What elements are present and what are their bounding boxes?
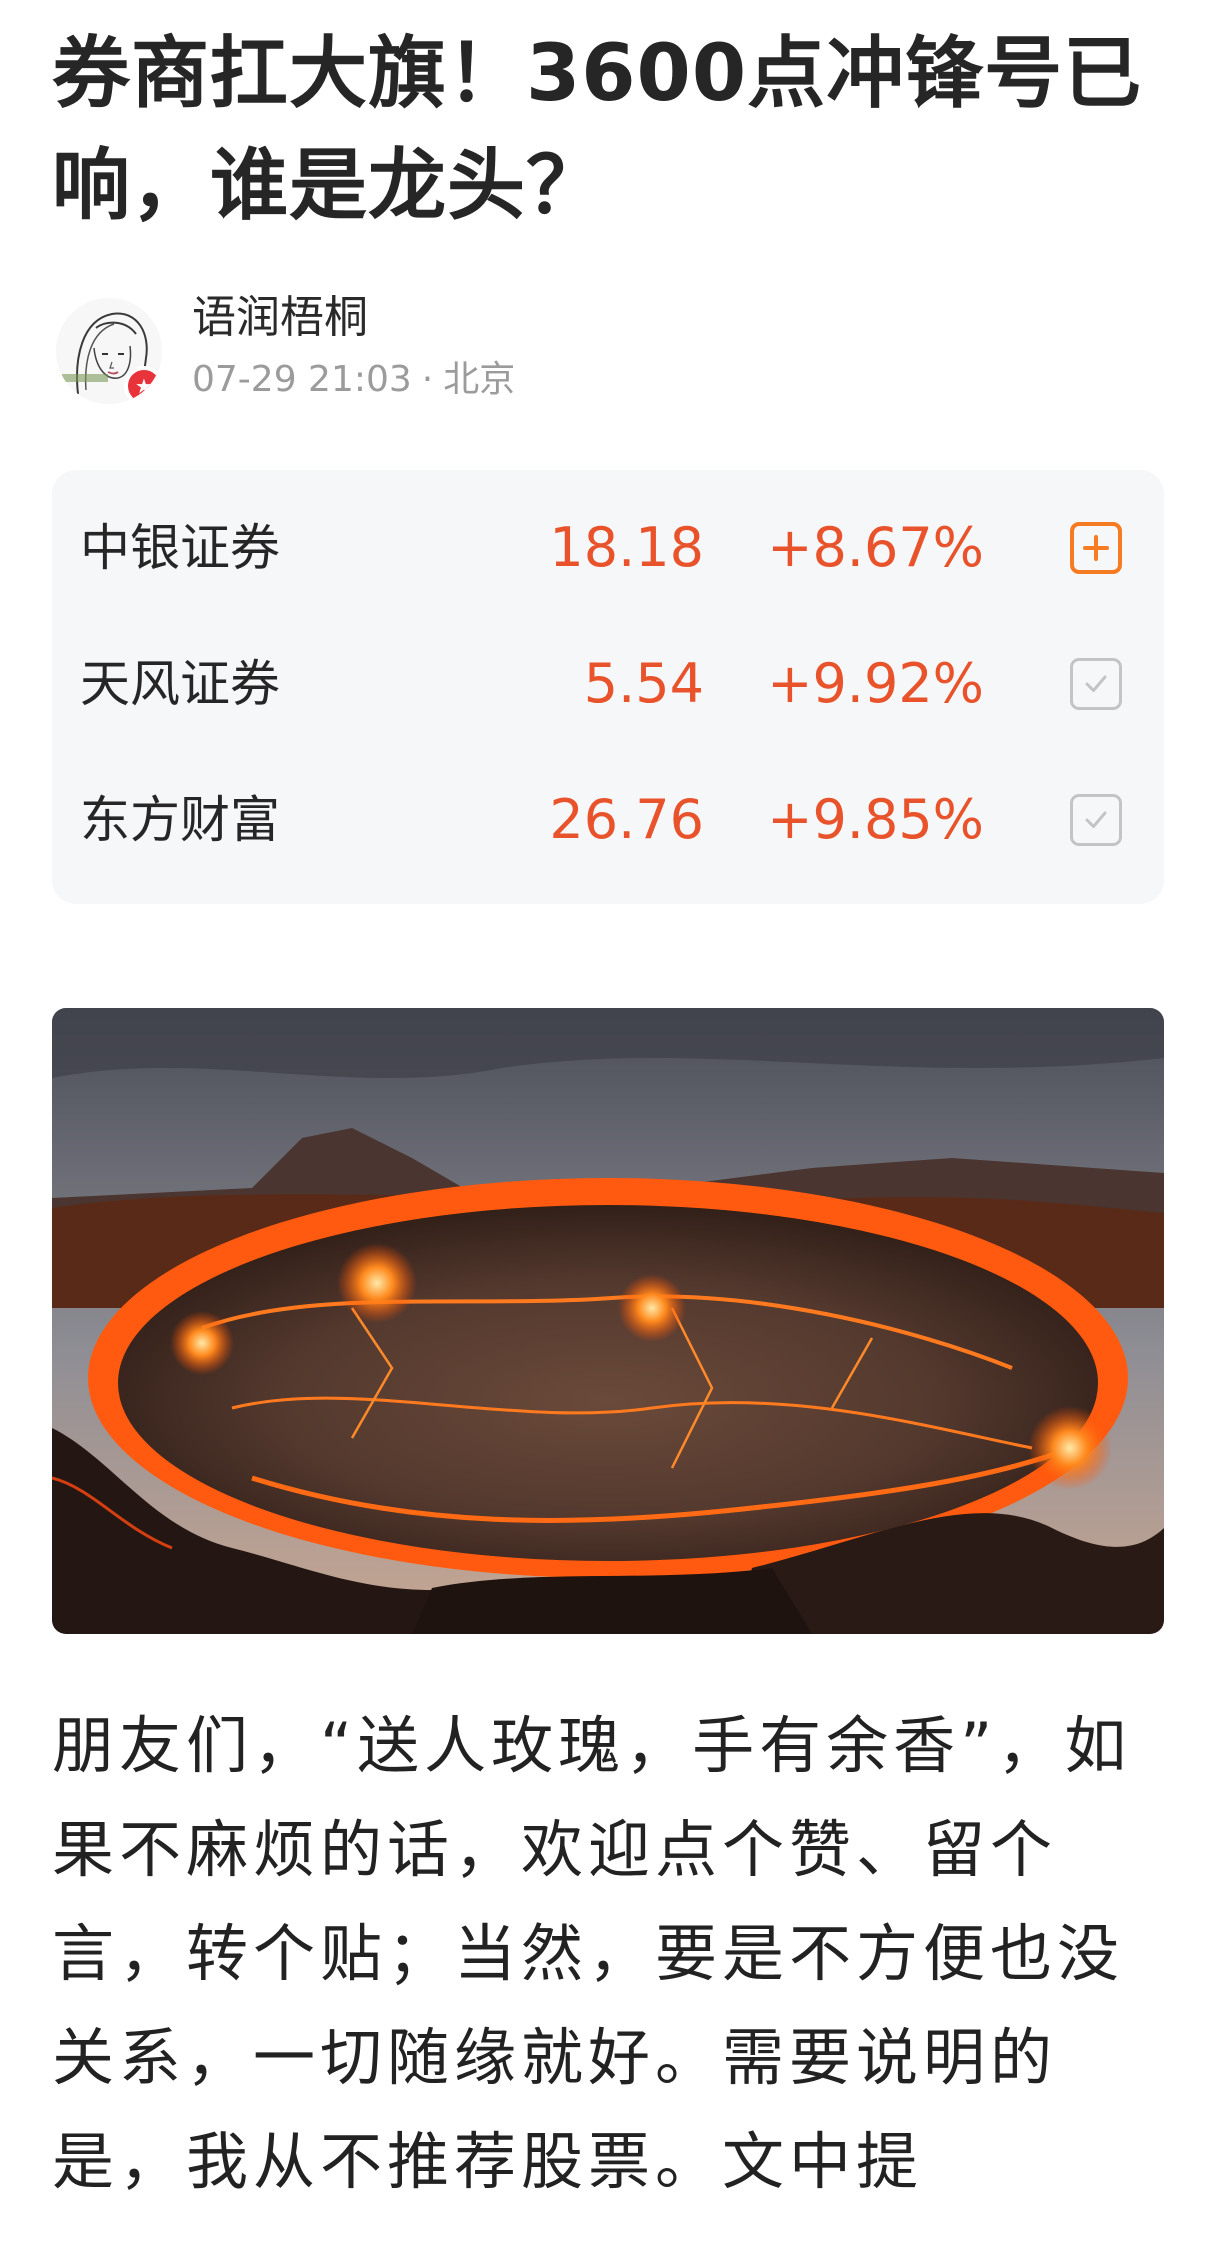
publish-time: 07-29 21:03: [192, 359, 412, 400]
stock-name[interactable]: 天风证券: [80, 654, 280, 714]
add-watchlist-button[interactable]: [1070, 522, 1122, 574]
author-name[interactable]: 语润梧桐: [192, 290, 368, 346]
stock-change: +8.67%: [767, 516, 984, 579]
publish-location: 北京: [443, 359, 516, 400]
stock-name[interactable]: 东方财富: [80, 790, 280, 850]
article-body-text: 朋友们，“送人玫瑰，手有余香”，如果不麻烦的话，欢迎点个赞、留个言，转个贴；当然…: [52, 1709, 1132, 2198]
author-row[interactable]: ★ 语润梧桐 07-29 21:03 · 北京: [52, 290, 1162, 420]
stock-price: 18.18: [549, 516, 704, 579]
in-watchlist-button[interactable]: [1070, 794, 1122, 846]
check-square-icon: [1085, 811, 1107, 828]
stock-price: 26.76: [549, 788, 704, 851]
stock-name[interactable]: 中银证券: [80, 518, 280, 578]
author-meta: 07-29 21:03 · 北京: [192, 356, 515, 404]
lava-lake-image: [52, 1008, 1164, 1634]
plus-square-icon: [1083, 535, 1109, 561]
stock-row[interactable]: 东方财富 26.76 +9.85%: [52, 752, 1164, 888]
stock-row[interactable]: 中银证券 18.18 +8.67%: [52, 480, 1164, 616]
meta-separator: ·: [421, 359, 434, 400]
author-avatar[interactable]: ★: [56, 298, 162, 404]
stock-change: +9.85%: [767, 788, 984, 851]
in-watchlist-button[interactable]: [1070, 658, 1122, 710]
stock-price: 5.54: [583, 652, 704, 715]
article-title: 券商扛大旗！3600点冲锋号已响，谁是龙头？: [52, 29, 1143, 231]
verified-badge-star-icon: ★: [124, 366, 162, 404]
stock-row[interactable]: 天风证券 5.54 +9.92%: [52, 616, 1164, 752]
article-hero-image[interactable]: [52, 1008, 1164, 1634]
stock-card: 中银证券 18.18 +8.67% 天风证券 5.54 +9.92% 东方财富 …: [52, 470, 1164, 904]
stock-change: +9.92%: [767, 652, 984, 715]
check-square-icon: [1085, 675, 1107, 692]
